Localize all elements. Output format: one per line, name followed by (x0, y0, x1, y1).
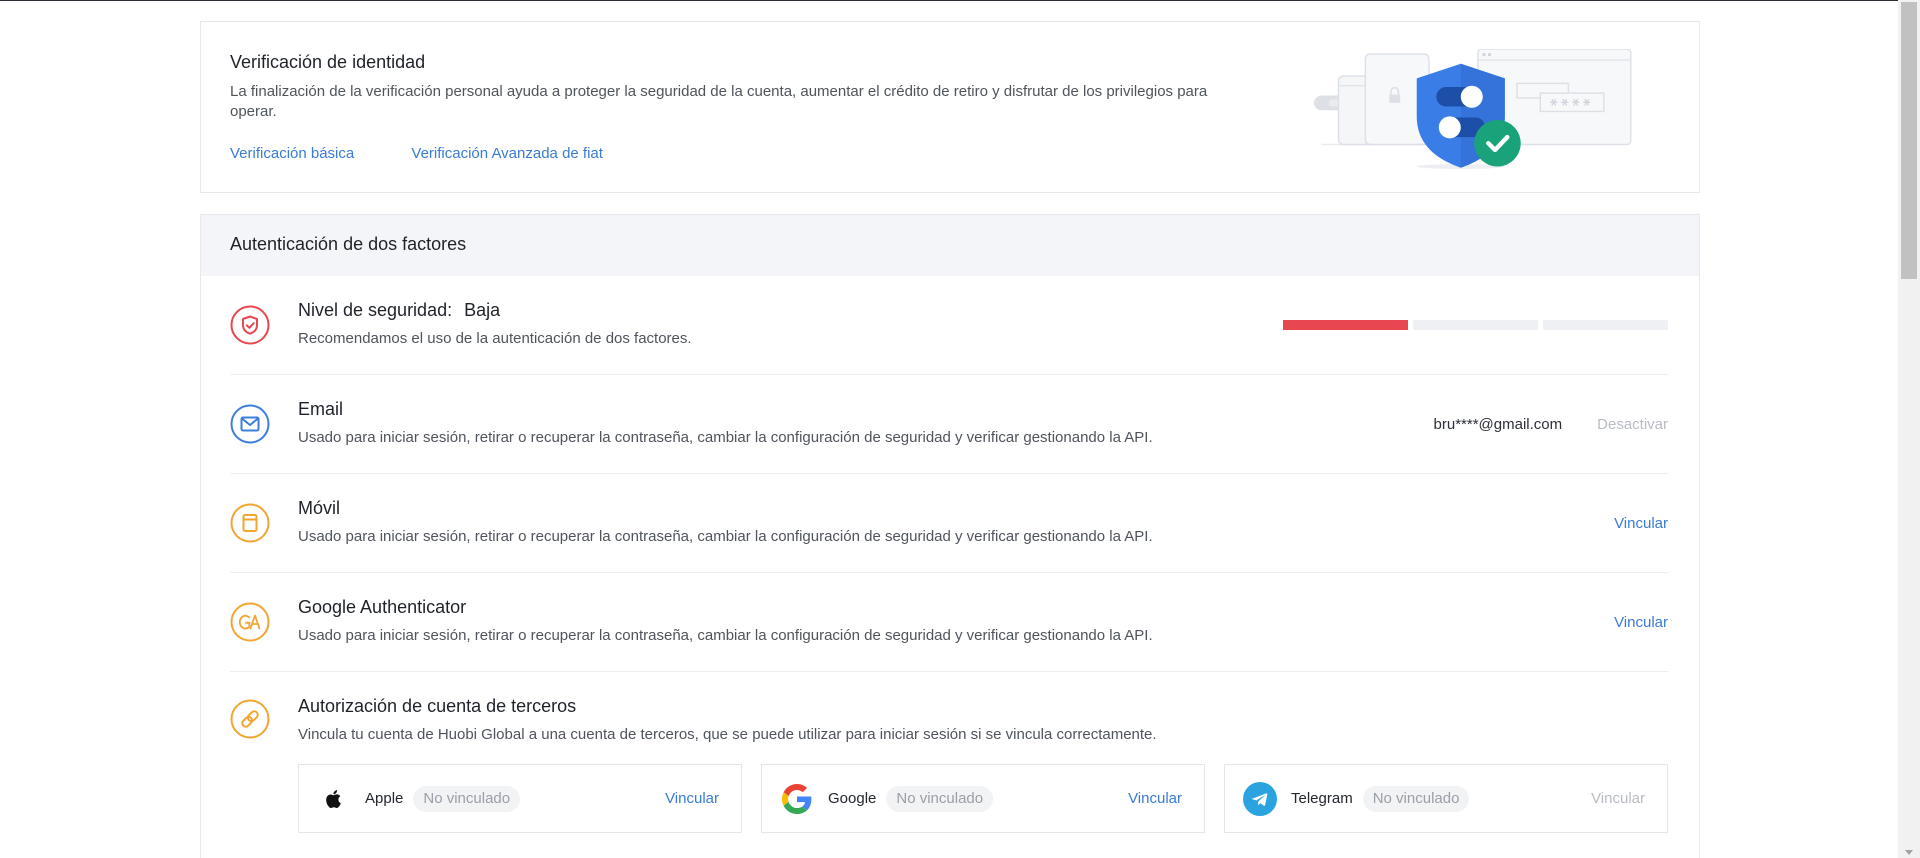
security-level-row: Nivel de seguridad: Baja Recomendamos el … (230, 276, 1668, 375)
third-party-account-apple: Apple No vinculado Vincular (298, 764, 742, 833)
deactivate-email-button[interactable]: Desactivar (1597, 416, 1668, 433)
vertical-scrollbar[interactable] (1898, 0, 1920, 858)
identity-description: La finalización de la verificación perso… (230, 83, 1208, 120)
third-party-description: Vincula tu cuenta de Huobi Global a una … (298, 726, 1157, 743)
link-mobile-button[interactable]: Vincular (1614, 515, 1668, 532)
third-party-account-name: Apple (365, 790, 404, 807)
two-factor-list: Nivel de seguridad: Baja Recomendamos el … (201, 276, 1699, 833)
third-party-account-name: Google (828, 790, 877, 807)
email-row: Email Usado para iniciar sesión, retirar… (230, 375, 1668, 474)
google-authenticator-actions: Vincular (1614, 573, 1668, 671)
security-level-segment (1543, 320, 1668, 330)
third-party-accounts: Apple No vinculado Vincular Google No vi… (298, 764, 1668, 833)
google-authenticator-description: Usado para iniciar sesión, retirar o rec… (298, 627, 1153, 644)
link-status-badge: No vinculado (886, 785, 994, 812)
link-status-badge: No vinculado (1362, 785, 1470, 812)
link-google-button[interactable]: Vincular (1128, 790, 1182, 807)
telegram-logo-icon (1243, 781, 1277, 816)
link-telegram-button[interactable]: Vincular (1591, 790, 1645, 807)
email-address: bru****@gmail.com (1433, 415, 1563, 433)
security-level-bar (1283, 320, 1668, 330)
google-authenticator-row: Google Authenticator Usado para iniciar … (230, 573, 1668, 672)
mobile-row: Móvil Usado para iniciar sesión, retirar… (230, 474, 1668, 573)
two-factor-card: Autenticación de dos factores Nivel de s… (200, 214, 1700, 858)
advanced-fiat-verification-link[interactable]: Verificación Avanzada de fiat (411, 145, 603, 162)
security-level-label: Nivel de seguridad: (298, 300, 453, 320)
third-party-row: Autorización de cuenta de terceros Vincu… (230, 672, 1668, 833)
security-illustration-icon (1314, 49, 1632, 169)
two-factor-header: Autenticación de dos factores (201, 215, 1699, 276)
mobile-title: Móvil (298, 498, 341, 518)
google-authenticator-title: Google Authenticator (298, 597, 467, 617)
identity-verification-card: Verificación de identidad La finalizació… (200, 21, 1700, 193)
third-party-account-telegram: Telegram No vinculado Vincular (1224, 764, 1668, 833)
shield-check-icon (230, 305, 270, 345)
link-status-badge: No vinculado (413, 785, 521, 812)
mobile-description: Usado para iniciar sesión, retirar o rec… (298, 528, 1153, 545)
security-level-indicator (1283, 276, 1668, 374)
third-party-title: Autorización de cuenta de terceros (298, 696, 577, 716)
link-google-authenticator-button[interactable]: Vincular (1614, 614, 1668, 631)
google-logo-icon (780, 782, 814, 816)
mobile-icon (230, 503, 270, 543)
security-level-segment (1283, 320, 1408, 330)
link-icon (230, 699, 270, 739)
link-apple-button[interactable]: Vincular (665, 790, 719, 807)
basic-verification-link[interactable]: Verificación básica (230, 145, 354, 162)
third-party-account-google: Google No vinculado Vincular (761, 764, 1205, 833)
scrollbar-thumb[interactable] (1901, 2, 1917, 279)
mobile-actions: Vincular (1614, 474, 1668, 572)
scroll-down-arrow-icon[interactable] (1905, 850, 1913, 855)
third-party-account-name: Telegram (1291, 790, 1353, 807)
two-factor-title: Autenticación de dos factores (230, 234, 467, 254)
envelope-icon (230, 404, 270, 444)
security-level-segment (1413, 320, 1538, 330)
google-authenticator-icon (230, 602, 270, 642)
security-level-value: Baja (464, 300, 501, 320)
top-border (0, 0, 1898, 1)
email-actions: bru****@gmail.com Desactivar (1434, 375, 1668, 473)
apple-logo-icon (317, 782, 351, 816)
